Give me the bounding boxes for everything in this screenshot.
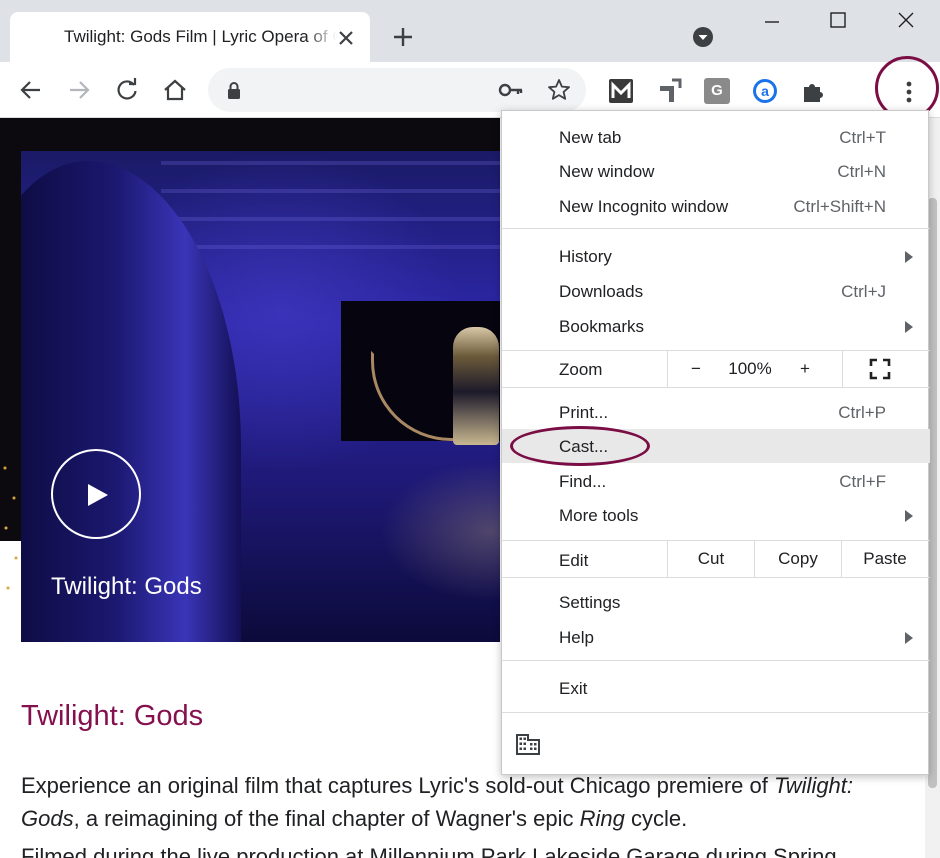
menu-item-find[interactable]: Find... Ctrl+F (502, 464, 930, 498)
tab-title-fade (306, 22, 336, 52)
menu-item-exit[interactable]: Exit (502, 671, 930, 705)
submenu-arrow-icon (905, 251, 913, 263)
menu-label: Settings (559, 593, 621, 612)
cast-highlight-ring (510, 426, 650, 466)
title-bar: Twilight: Gods Film | Lyric Opera of Chi… (0, 0, 940, 62)
paste-button[interactable]: Paste (842, 541, 928, 577)
menu-label: Find... (559, 472, 607, 491)
menu-shortcut: Ctrl+P (838, 403, 886, 422)
close-tab-icon[interactable] (334, 26, 358, 50)
close-window-icon[interactable] (894, 8, 918, 32)
video-title: Twilight: Gods (51, 573, 202, 600)
back-arrow-icon[interactable] (17, 76, 45, 104)
reload-icon[interactable] (113, 76, 141, 104)
menu-item-downloads[interactable]: Downloads Ctrl+J (502, 274, 930, 308)
copy-button[interactable]: Copy (755, 541, 841, 577)
menu-shortcut: Ctrl+Shift+N (793, 197, 886, 216)
intro-text-1: Experience an original film that capture… (21, 773, 774, 798)
menu-item-more-tools[interactable]: More tools (502, 498, 930, 532)
menu-label: New tab (559, 128, 622, 147)
fullscreen-icon[interactable] (869, 358, 891, 380)
menu-separator (502, 660, 930, 661)
menu-shortcut: Ctrl+F (839, 472, 886, 491)
video-performer (453, 327, 499, 445)
video-player[interactable]: Twilight: Gods (21, 151, 500, 642)
menu-separator (502, 712, 930, 713)
menu-label: Help (559, 628, 594, 647)
menu-label: Downloads (559, 282, 644, 301)
edit-label: Edit (559, 551, 589, 570)
menu-item-new-incognito[interactable]: New Incognito window Ctrl+Shift+N (502, 189, 930, 223)
play-icon (88, 484, 108, 506)
zoom-divider (667, 351, 668, 387)
zoom-level: 100% (728, 359, 772, 378)
zoom-in-button[interactable]: + (788, 351, 822, 387)
tab-title: Twilight: Gods Film | Lyric Opera of Chi… (64, 27, 336, 46)
menu-label: Exit (559, 679, 588, 698)
maximize-window-icon[interactable] (826, 8, 850, 32)
menu-separator (502, 228, 930, 229)
redirect-extension-icon[interactable] (656, 78, 682, 104)
g-extension-icon[interactable]: G (704, 78, 730, 104)
managed-by-organization-icon[interactable] (516, 733, 540, 755)
menu-item-settings[interactable]: Settings (502, 585, 930, 619)
menu-zoom-row: Zoom − 100% + (502, 351, 930, 387)
submenu-arrow-icon (905, 321, 913, 333)
svg-text:a: a (761, 83, 769, 99)
menu-item-new-window[interactable]: New window Ctrl+N (502, 154, 930, 188)
second-paragraph: Filmed during the live production at Mil… (21, 844, 837, 858)
tab-search-icon[interactable] (692, 26, 714, 48)
intro-text-3: cycle. (624, 806, 688, 831)
zoom-label: Zoom (559, 360, 603, 379)
address-bar[interactable] (208, 68, 586, 112)
home-icon[interactable] (161, 76, 189, 104)
menu-item-bookmarks[interactable]: Bookmarks (502, 309, 930, 343)
play-button[interactable] (51, 449, 141, 539)
menu-item-help[interactable]: Help (502, 620, 930, 654)
page-heading: Twilight: Gods (21, 700, 204, 732)
forward-arrow-icon[interactable] (65, 76, 93, 104)
menu-label: Print... (559, 403, 609, 422)
browser-tab[interactable]: Twilight: Gods Film | Lyric Opera of Chi… (10, 12, 370, 62)
intro-text-2: , a reimagining of the final chapter of … (73, 806, 580, 831)
menu-label: New window (559, 162, 655, 181)
bookmark-star-icon[interactable] (546, 77, 572, 103)
menu-item-history[interactable]: History (502, 239, 930, 273)
menu-separator (502, 577, 930, 578)
menu-label: Bookmarks (559, 317, 645, 336)
menu-shortcut: Ctrl+N (837, 162, 886, 181)
menu-label: New Incognito window (559, 197, 729, 216)
video-ceiling-lights (161, 161, 500, 271)
lock-icon[interactable] (224, 80, 244, 100)
key-icon[interactable] (498, 78, 524, 102)
menu-separator (502, 387, 930, 388)
m-extension-icon[interactable] (608, 78, 634, 104)
intro-paragraph: Experience an original film that capture… (21, 769, 901, 835)
submenu-arrow-icon (905, 510, 913, 522)
menu-edit-row: Edit Cut Copy Paste (502, 541, 930, 577)
menu-label: History (559, 247, 612, 266)
a-extension-icon[interactable]: a (752, 78, 778, 104)
zoom-out-button[interactable]: − (678, 351, 714, 387)
submenu-arrow-icon (905, 632, 913, 644)
zoom-divider (842, 351, 843, 387)
intro-ring-emphasis: Ring (579, 806, 625, 831)
menu-item-new-tab[interactable]: New tab Ctrl+T (502, 120, 930, 154)
new-tab-plus-icon[interactable] (390, 24, 416, 50)
menu-shortcut: Ctrl+J (841, 282, 886, 301)
menu-shortcut: Ctrl+T (839, 128, 886, 147)
extensions-puzzle-icon[interactable] (800, 78, 826, 104)
cut-button[interactable]: Cut (668, 541, 754, 577)
hero-candle-lights (0, 458, 22, 608)
minimize-window-icon[interactable] (760, 8, 784, 32)
menu-label: More tools (559, 506, 639, 525)
menu-item-print[interactable]: Print... Ctrl+P (502, 395, 930, 429)
